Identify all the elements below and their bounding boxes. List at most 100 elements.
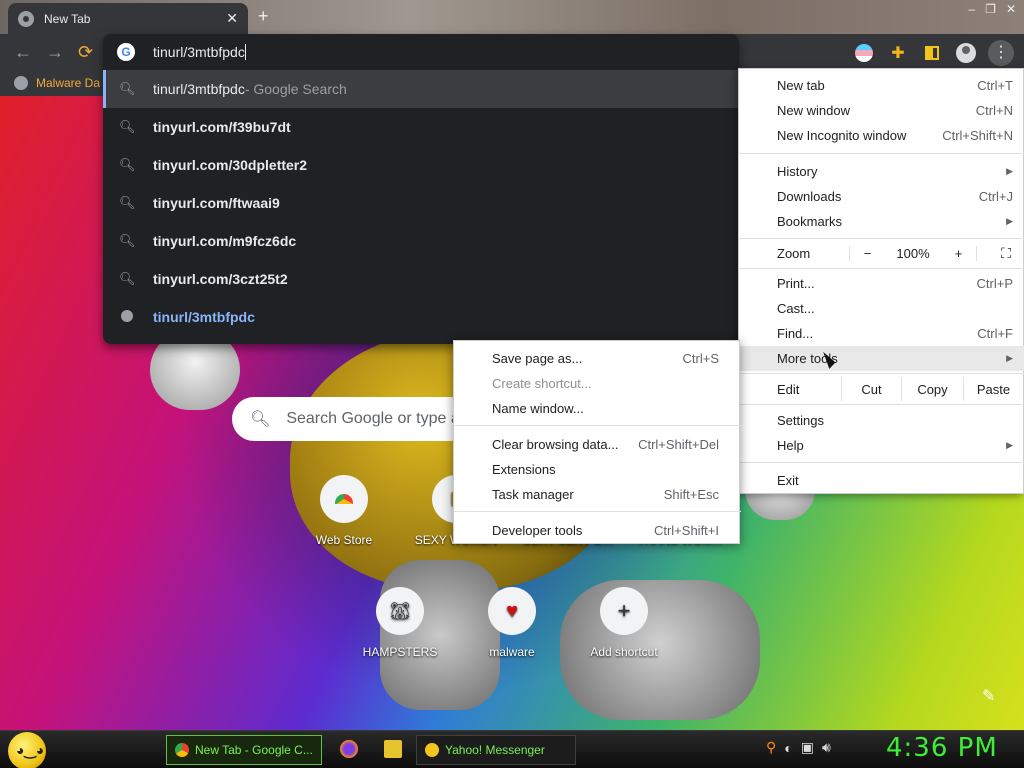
submenu-item-save-page[interactable]: Save page as... Ctrl+S [454, 346, 741, 371]
shortcut-malware[interactable]: ♥ malware [456, 587, 568, 659]
copy-button[interactable]: Copy [901, 377, 963, 401]
shortcut-hampsters[interactable]: 🐹︎ HAMPSTERS [344, 587, 456, 659]
menu-item-label: Name window... [492, 401, 584, 416]
chrome-main-menu: New tab Ctrl+T New window Ctrl+N New Inc… [738, 68, 1024, 494]
menu-item-label: Extensions [492, 462, 556, 477]
menu-shortcut: Ctrl+Shift+I [653, 523, 719, 538]
submenu-item-extensions[interactable]: Extensions [454, 457, 741, 482]
menu-item-help[interactable]: Help ▶ [739, 433, 1024, 458]
tab-title: New Tab [44, 11, 91, 26]
taskbar-item-yahoo-messenger[interactable]: Yahoo! Messenger [416, 735, 576, 765]
folder-icon[interactable] [384, 740, 402, 758]
new-tab-button[interactable]: + [258, 6, 269, 27]
menu-item-new-tab[interactable]: New tab Ctrl+T [739, 73, 1024, 98]
shortcut-web-store[interactable]: Web Store [288, 475, 400, 547]
submenu-arrow-icon: ▶ [1006, 440, 1013, 450]
menu-divider [739, 404, 1024, 405]
chrome-menu-button[interactable]: ⋮ [988, 40, 1014, 66]
tray-app-icon[interactable]: ◐ [784, 740, 792, 756]
submenu-item-task-manager[interactable]: Task manager Shift+Esc [454, 482, 741, 507]
add-shortcut-button[interactable]: + Add shortcut [568, 587, 680, 659]
suggestion-row[interactable]: 🔍︎ tinyurl.com/3czt25t2 [103, 260, 739, 298]
reading-list-icon[interactable] [920, 41, 944, 65]
taskbar-item-chrome[interactable]: New Tab - Google C... [166, 735, 322, 765]
shortcut-label: malware [489, 645, 535, 659]
suggestion-text: tinyurl.com/30dpletter2 [153, 157, 308, 173]
title-bar: New Tab ✕ + – ❐ ✕ [0, 0, 1024, 34]
extensions-puzzle-icon[interactable]: ✚ [886, 41, 910, 65]
close-tab-icon[interactable]: ✕ [226, 10, 238, 27]
suggestion-row[interactable]: 🔍︎ tinyurl.com/f39bu7dt [103, 108, 739, 146]
menu-item-label: Create shortcut... [492, 376, 592, 391]
menu-item-cast[interactable]: Cast... [739, 296, 1024, 321]
extension-flag-icon[interactable] [852, 41, 876, 65]
forward-icon[interactable]: → [46, 42, 64, 63]
suggestion-row[interactable]: 🔍︎ tinyurl.com/30dpletter2 [103, 146, 739, 184]
menu-item-settings[interactable]: Settings [739, 408, 1024, 433]
menu-item-label: Developer tools [492, 523, 583, 538]
ntp-search-box[interactable]: 🔍︎ Search Google or type a [232, 397, 472, 441]
menu-divider [739, 462, 1024, 463]
address-bar[interactable]: G tinurl/3mtbfpdc [103, 34, 739, 70]
submenu-item-clear-browsing-data[interactable]: Clear browsing data... Ctrl+Shift+Del [454, 432, 741, 457]
search-icon: 🔍︎ [119, 195, 136, 210]
start-button[interactable]: ◕‿◕ [8, 732, 46, 768]
menu-item-bookmarks[interactable]: Bookmarks ▶ [739, 209, 1024, 234]
search-tray-icon[interactable]: ⚲ [766, 739, 776, 756]
menu-item-label: Task manager [492, 487, 574, 502]
back-icon[interactable]: ← [14, 42, 32, 63]
taskbar-item-label: Yahoo! Messenger [445, 743, 545, 757]
profile-avatar-icon[interactable] [954, 41, 978, 65]
suggestion-row[interactable]: 🔍︎ tinyurl.com/m9fcz6dc [103, 222, 739, 260]
restore-icon[interactable]: ❐ [985, 2, 996, 16]
menu-item-label: Bookmarks [777, 214, 843, 229]
suggestion-suffix: - Google Search [244, 81, 347, 97]
submenu-arrow-icon: ▶ [1006, 166, 1013, 176]
yahoo-messenger-icon [425, 743, 439, 757]
submenu-arrow-icon: ▶ [1006, 216, 1013, 226]
close-window-icon[interactable]: ✕ [1006, 2, 1016, 16]
zoom-in-button[interactable]: + [941, 245, 977, 261]
taskbar: ◕‿◕ New Tab - Google C... Yahoo! Messeng… [0, 730, 1024, 768]
menu-item-label: New window [777, 103, 850, 118]
cut-button[interactable]: Cut [841, 377, 901, 401]
globe-icon [119, 309, 135, 325]
volume-icon[interactable]: 🔊︎ [822, 739, 831, 756]
suggestion-row[interactable]: 🔍︎ tinurl/3mtbfpdc - Google Search [103, 70, 739, 108]
menu-item-label: Exit [777, 473, 799, 488]
menu-shortcut: Ctrl+S [682, 351, 719, 366]
menu-item-find[interactable]: Find... Ctrl+F [739, 321, 1024, 346]
reload-icon[interactable]: ⟳ [78, 42, 93, 63]
zoom-out-button[interactable]: − [849, 245, 885, 261]
menu-item-exit[interactable]: Exit [739, 468, 1024, 493]
menu-shortcut: Ctrl+P [976, 276, 1013, 291]
system-tray: ⚲ ◐ ▣ 🔊︎ [766, 739, 831, 756]
suggestion-text: tinyurl.com/ftwaai9 [153, 195, 280, 211]
menu-item-new-window[interactable]: New window Ctrl+N [739, 98, 1024, 123]
menu-item-new-incognito[interactable]: New Incognito window Ctrl+Shift+N [739, 123, 1024, 148]
paste-button[interactable]: Paste [963, 377, 1023, 401]
chrome-icon [175, 743, 189, 757]
network-icon[interactable]: ▣ [801, 739, 814, 756]
suggestion-row[interactable]: tinurl/3mtbfpdc [103, 298, 739, 336]
submenu-item-developer-tools[interactable]: Developer tools Ctrl+Shift+I [454, 518, 741, 543]
submenu-item-name-window[interactable]: Name window... [454, 396, 741, 421]
menu-item-print[interactable]: Print... Ctrl+P [739, 271, 1024, 296]
submenu-item-create-shortcut: Create shortcut... [454, 371, 741, 396]
suggestion-row[interactable]: 🔍︎ tinyurl.com/ftwaai9 [103, 184, 739, 222]
suggestion-text: tinyurl.com/3czt25t2 [153, 271, 288, 287]
bookmark-item[interactable]: Malware Da [14, 76, 100, 90]
tab-new-tab[interactable]: New Tab ✕ [8, 3, 248, 34]
menu-shortcut: Shift+Esc [663, 487, 719, 502]
taskbar-clock[interactable]: 4:36 PM [886, 733, 998, 763]
firefox-icon[interactable] [340, 740, 358, 758]
menu-item-more-tools[interactable]: More tools ▶ [739, 346, 1024, 371]
minimize-icon[interactable]: – [968, 2, 975, 16]
menu-item-downloads[interactable]: Downloads Ctrl+J [739, 184, 1024, 209]
customize-pencil-icon[interactable]: ✎ [982, 686, 995, 706]
fullscreen-icon[interactable]: ⛶ [977, 245, 1024, 262]
address-input[interactable]: tinurl/3mtbfpdc [153, 44, 245, 60]
menu-item-history[interactable]: History ▶ [739, 159, 1024, 184]
submenu-arrow-icon: ▶ [1006, 353, 1013, 363]
window-controls: – ❐ ✕ [968, 2, 1016, 16]
